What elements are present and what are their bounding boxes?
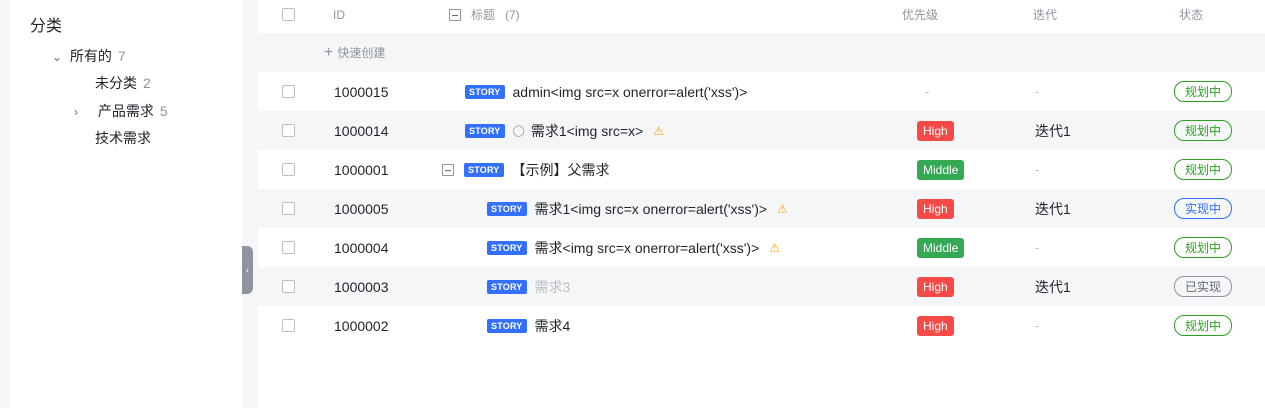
iteration-empty[interactable]: -: [1035, 84, 1039, 99]
select-all-checkbox[interactable]: [282, 8, 295, 21]
header-title-count: (7): [505, 7, 520, 22]
status-badge[interactable]: 实现中: [1174, 198, 1233, 219]
header-title-label: 标题: [471, 8, 496, 22]
row-id: 1000003: [334, 278, 389, 295]
row-id: 1000005: [334, 200, 389, 217]
row-title[interactable]: 需求3: [535, 277, 571, 297]
story-tag: STORY: [487, 240, 527, 255]
sidebar-item-label: 未分类: [95, 75, 137, 91]
collapse-row-icon[interactable]: [442, 163, 454, 176]
chevron-right-icon[interactable]: ›: [74, 105, 88, 119]
row-checkbox[interactable]: [282, 124, 295, 137]
priority-badge[interactable]: High: [917, 276, 954, 297]
row-title[interactable]: 需求4: [535, 316, 571, 336]
row-checkbox[interactable]: [282, 319, 295, 332]
header-status: 状态: [1179, 8, 1204, 22]
status-badge[interactable]: 已实现: [1174, 276, 1233, 297]
row-iteration[interactable]: 迭代1: [1035, 267, 1071, 306]
sidebar-item-uncategorized[interactable]: 未分类 2: [95, 73, 151, 93]
sidebar-item-all[interactable]: ⌄ 所有的 7: [52, 46, 126, 66]
table-row[interactable]: 1000014 STORY ◯ 需求1<img src=x> ⚠ High 迭代…: [258, 111, 1265, 150]
table-row[interactable]: 1000002 STORY 需求4 High - 规划中: [258, 306, 1265, 345]
attachment-icon: ◯: [512, 125, 525, 137]
row-title[interactable]: 需求1<img src=x onerror=alert('xss')>: [535, 199, 768, 219]
sidebar-item-label: 技术需求: [95, 130, 151, 146]
row-checkbox[interactable]: [282, 85, 295, 98]
row-iteration[interactable]: 迭代1: [1035, 189, 1071, 228]
category-sidebar: 分类 ⌄ 所有的 7 未分类 2 › 产品需求 5 技术需求: [10, 0, 242, 408]
story-tag: STORY: [487, 201, 527, 216]
sidebar-item-count: 5: [159, 103, 168, 119]
table-header: ID 标题 (7) 优先级 迭代 状态: [258, 0, 1265, 34]
header-id: ID: [333, 7, 345, 22]
priority-badge[interactable]: High: [917, 120, 954, 141]
header-title: 标题 (7): [449, 0, 520, 34]
story-tag: STORY: [465, 123, 505, 138]
sidebar-item-label: 所有的: [69, 48, 112, 64]
row-iteration[interactable]: 迭代1: [1035, 111, 1071, 150]
row-id: 1000002: [334, 317, 389, 334]
sidebar-item-tech-requirements[interactable]: 技术需求: [95, 128, 151, 148]
collapse-all-icon[interactable]: [449, 8, 461, 21]
priority-empty[interactable]: -: [925, 84, 929, 99]
quick-create-label: 快速创建: [337, 46, 386, 60]
row-checkbox[interactable]: [282, 202, 295, 215]
story-tag: STORY: [465, 84, 505, 99]
status-badge[interactable]: 规划中: [1174, 81, 1233, 102]
table-row[interactable]: 1000001 STORY 【示例】父需求 Middle - 规划中: [258, 150, 1265, 189]
table-row[interactable]: 1000015 STORY admin<img src=x onerror=al…: [258, 72, 1265, 111]
quick-create-row[interactable]: + 快速创建: [258, 33, 1265, 72]
sidebar-item-count: 2: [143, 75, 151, 91]
row-checkbox[interactable]: [282, 163, 295, 176]
row-checkbox[interactable]: [282, 241, 295, 254]
story-tag: STORY: [464, 162, 504, 177]
story-tag: STORY: [487, 318, 527, 333]
header-iteration: 迭代: [1033, 8, 1058, 22]
priority-badge[interactable]: High: [917, 315, 954, 336]
table-row[interactable]: 1000005 STORY 需求1<img src=x onerror=aler…: [258, 189, 1265, 228]
row-title[interactable]: 【示例】父需求: [512, 160, 610, 180]
status-badge[interactable]: 规划中: [1174, 120, 1233, 141]
iteration-empty[interactable]: -: [1035, 318, 1039, 333]
plus-icon: +: [324, 43, 334, 61]
chevron-down-icon[interactable]: ⌄: [52, 50, 66, 64]
sidebar-item-product-requirements[interactable]: › 产品需求 5: [74, 101, 168, 121]
requirements-table: ID 标题 (7) 优先级 迭代 状态 + 快速创建 1000015 STORY…: [258, 0, 1265, 408]
priority-badge[interactable]: Middle: [917, 237, 965, 258]
row-id: 1000014: [334, 122, 389, 139]
iteration-empty[interactable]: -: [1035, 240, 1039, 255]
sidebar-collapse-handle[interactable]: ‹: [242, 246, 253, 294]
priority-badge[interactable]: High: [917, 198, 954, 219]
sidebar-item-label: 产品需求: [97, 103, 154, 119]
priority-badge[interactable]: Middle: [917, 159, 965, 180]
table-row[interactable]: 1000004 STORY 需求<img src=x onerror=alert…: [258, 228, 1265, 267]
row-title[interactable]: 需求<img src=x onerror=alert('xss')>: [535, 238, 760, 258]
row-checkbox[interactable]: [282, 280, 295, 293]
iteration-empty[interactable]: -: [1035, 162, 1039, 177]
warning-icon: ⚠: [769, 240, 781, 255]
status-badge[interactable]: 规划中: [1174, 159, 1233, 180]
row-id: 1000004: [334, 239, 389, 256]
row-title[interactable]: 需求1<img src=x>: [531, 121, 643, 141]
story-tag: STORY: [487, 279, 527, 294]
sidebar-item-count: 7: [117, 48, 126, 64]
table-row[interactable]: 1000003 STORY 需求3 High 迭代1 已实现: [258, 267, 1265, 306]
row-id: 1000015: [334, 83, 389, 100]
row-title[interactable]: admin<img src=x onerror=alert('xss')>: [513, 84, 748, 100]
sidebar-title: 分类: [30, 18, 63, 35]
row-id: 1000001: [334, 161, 389, 178]
header-priority: 优先级: [902, 8, 939, 22]
status-badge[interactable]: 规划中: [1174, 315, 1233, 336]
chevron-left-icon: ‹: [245, 264, 250, 276]
warning-icon: ⚠: [653, 123, 665, 138]
warning-icon: ⚠: [777, 201, 788, 216]
status-badge[interactable]: 规划中: [1174, 237, 1233, 258]
